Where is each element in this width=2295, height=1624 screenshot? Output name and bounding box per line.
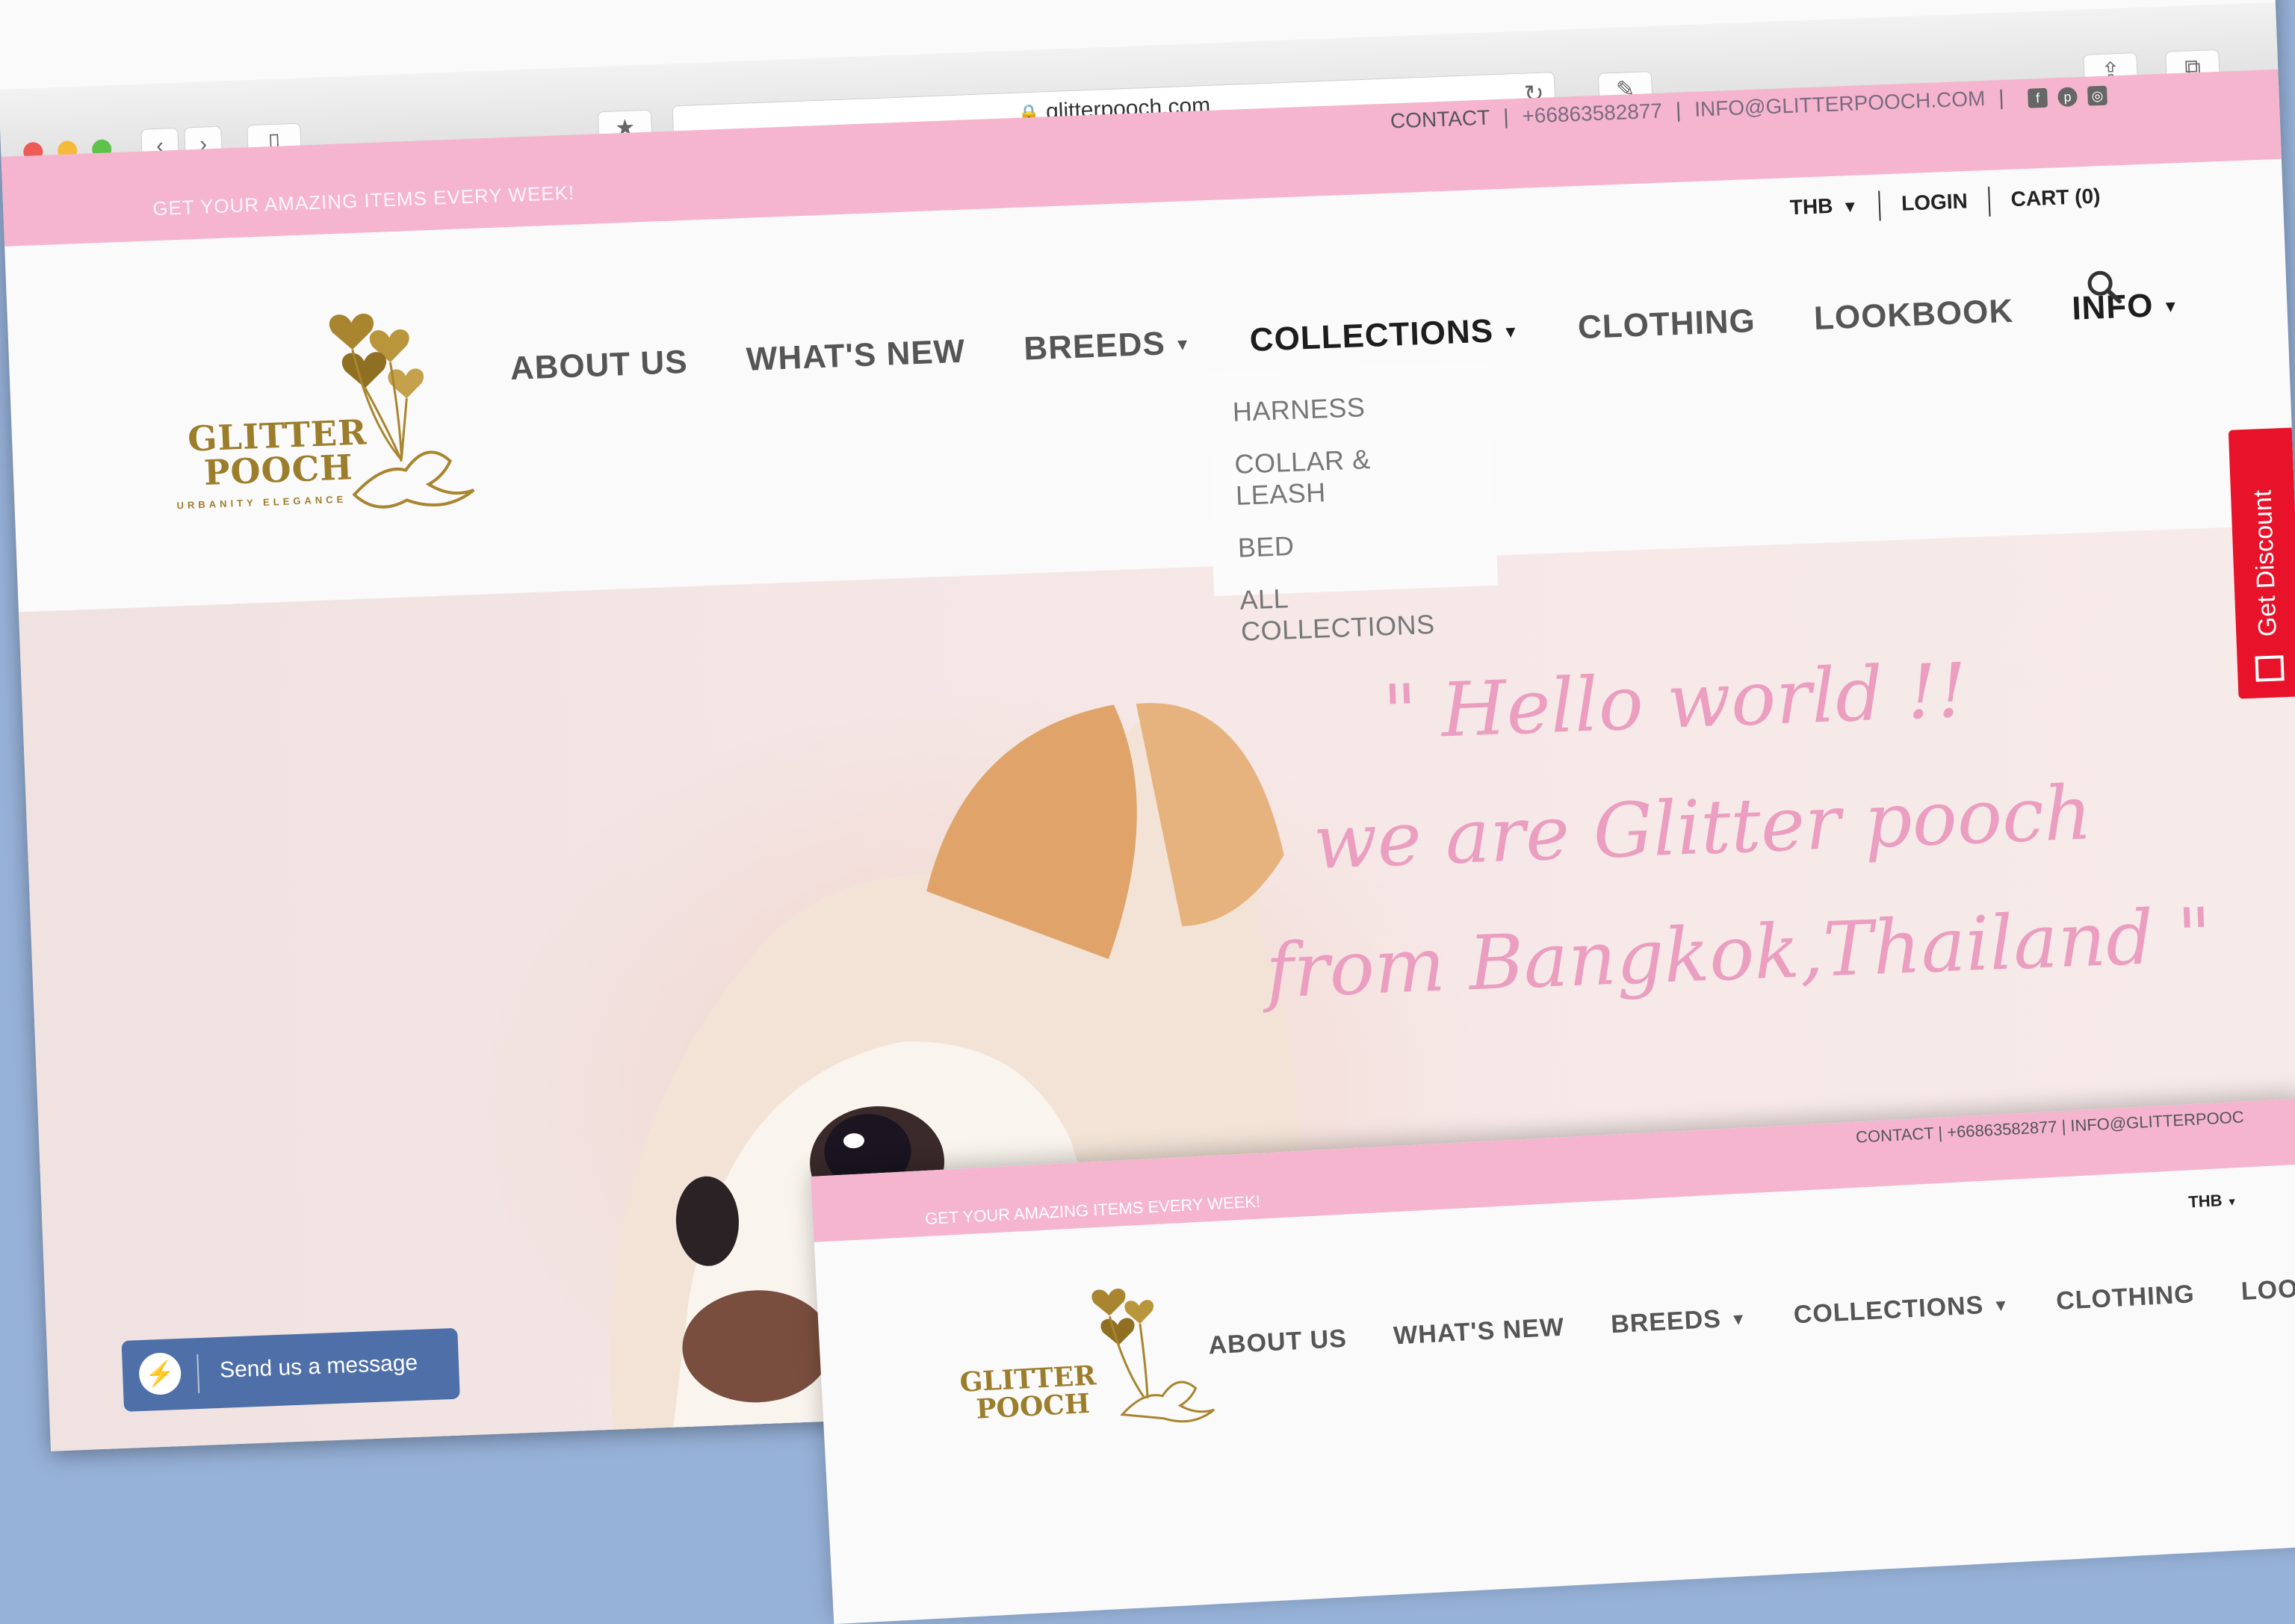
nav-collections[interactable]: COLLECTIONS ▼ (1249, 312, 1520, 359)
nav-breeds[interactable]: BREEDS ▼ (1023, 324, 1192, 368)
email-link[interactable]: INFO@GLITTERPOOCH.COM (1694, 87, 1986, 121)
currency-label: THB (1789, 194, 1834, 220)
nav-about-us[interactable]: ABOUT US (1208, 1324, 1348, 1361)
divider (1988, 186, 1991, 217)
instagram-icon[interactable]: ◎ (2087, 85, 2108, 106)
chevron-down-icon: ▼ (1174, 335, 1192, 355)
chevron-down-icon: ▼ (1841, 196, 1859, 217)
main-nav: ABOUT US WHAT'S NEW BREEDS ▼ COLLECTIONS ▼… (1208, 1267, 2295, 1360)
chevron-down-icon: ▼ (2226, 1195, 2237, 1208)
login-link[interactable]: LOGIN (1901, 189, 1969, 214)
nav-whats-new[interactable]: WHAT'S NEW (746, 333, 966, 379)
nav-collections[interactable]: COLLECTIONS ▼ (1793, 1289, 2010, 1330)
messenger-icon: ⚡ (138, 1351, 182, 1396)
nav-breeds-label: BREEDS (1023, 325, 1166, 368)
pinterest-icon[interactable]: p (2057, 86, 2078, 107)
dropdown-item-all-collections[interactable]: ALL COLLECTIONS (1213, 565, 1500, 660)
separator: | (1998, 86, 2005, 110)
facebook-icon[interactable]: f (2028, 87, 2048, 108)
nav-clothing[interactable]: CLOTHING (2055, 1280, 2195, 1316)
get-discount-tab[interactable]: Get Discount (2228, 427, 2295, 699)
hero-quote: " Hello world !! we are Glitter pooch fr… (1264, 618, 2214, 1030)
nav-lookbook[interactable]: LOOKBOOK (1813, 293, 2014, 338)
phone-link[interactable]: +66863582877 (1522, 99, 1663, 128)
browser-window-preview: GET YOUR AMAZING ITEMS EVERY WEEK! CONTA… (811, 1098, 2295, 1624)
nav-collections-label: COLLECTIONS (1792, 1291, 1985, 1330)
nav-about-us[interactable]: ABOUT US (510, 344, 689, 388)
chevron-down-icon: ▼ (1729, 1309, 1748, 1329)
divider (196, 1354, 200, 1394)
dropdown-item-collar-leash[interactable]: COLLAR & LEASH (1208, 429, 1495, 524)
messenger-chat-button[interactable]: ⚡ Send us a message (121, 1327, 460, 1412)
separator: | (1502, 105, 1510, 128)
logo-text-pooch: POOCH (975, 1387, 1091, 1425)
chevron-down-icon: ▼ (1502, 322, 1520, 342)
messenger-label: Send us a message (219, 1350, 418, 1383)
nav-lookbook[interactable]: LOOKBOOK (2240, 1269, 2295, 1307)
nav-collections-label: COLLECTIONS (1248, 312, 1494, 359)
currency-label: THB (2187, 1191, 2223, 1212)
promo-text: GET YOUR AMAZING ITEMS EVERY WEEK! (152, 181, 575, 220)
promo-text: GET YOUR AMAZING ITEMS EVERY WEEK! (924, 1191, 1261, 1229)
chevron-down-icon: ▼ (2162, 297, 2180, 317)
account-links: THB ▼ LOGIN CART (0) (1789, 182, 2101, 224)
get-discount-label: Get Discount (2247, 489, 2282, 637)
divider (1878, 190, 1881, 221)
nav-breeds-label: BREEDS (1610, 1304, 1722, 1339)
currency-selector[interactable]: THB ▼ (1789, 193, 1858, 219)
gift-icon (2255, 655, 2285, 682)
separator: | (1675, 98, 1682, 122)
collections-dropdown: HARNESS COLLAR & LEASH BED ALL COLLECTIO… (1205, 361, 1499, 647)
contact-link[interactable]: CONTACT (1390, 105, 1490, 132)
cart-link[interactable]: CART (0) (2010, 185, 2101, 211)
site-logo[interactable]: GLITTER POOCH URBANITY ELEGANCE (160, 294, 527, 532)
chevron-down-icon: ▼ (1992, 1295, 2010, 1315)
nav-whats-new[interactable]: WHAT'S NEW (1393, 1312, 1565, 1351)
nav-breeds[interactable]: BREEDS ▼ (1610, 1304, 1747, 1339)
nav-clothing[interactable]: CLOTHING (1577, 303, 1756, 347)
currency-selector[interactable]: THB ▼ (2188, 1190, 2237, 1212)
logo-text-pooch: POOCH (202, 447, 354, 493)
search-icon[interactable] (2084, 267, 2124, 311)
